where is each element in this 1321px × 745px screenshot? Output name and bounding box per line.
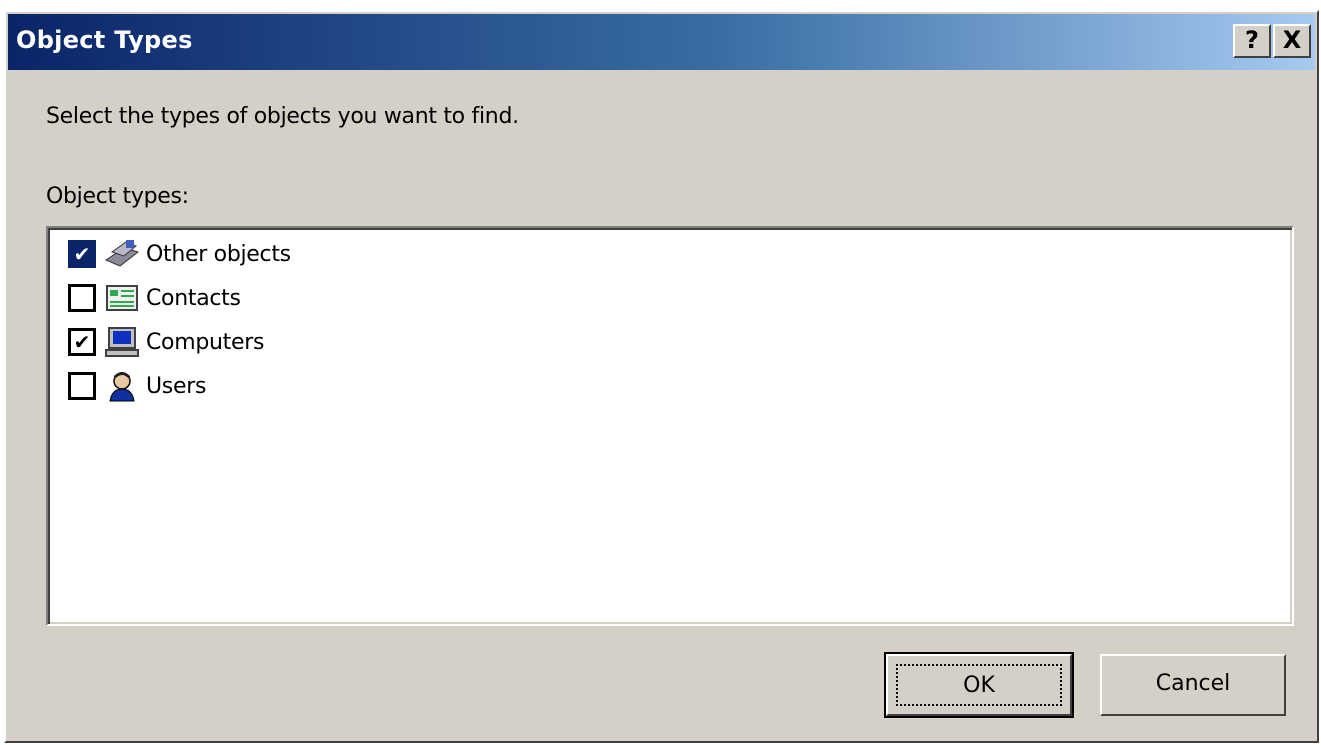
contacts-label: Contacts <box>146 285 241 311</box>
users-checkbox[interactable] <box>68 372 96 400</box>
object-types-dialog: Object Types ? X Select the types of obj… <box>4 10 1319 743</box>
check-icon: ✔ <box>73 242 91 266</box>
contacts-checkbox[interactable] <box>68 284 96 312</box>
computer-icon <box>105 327 139 357</box>
computers-label: Computers <box>146 329 265 355</box>
background-caption-fragment <box>0 0 1321 10</box>
other-objects-label: Other objects <box>146 241 291 267</box>
list-item-computers[interactable]: ✔ Computers <box>68 322 264 362</box>
help-button[interactable]: ? <box>1233 24 1271 58</box>
list-item-other-objects[interactable]: ✔ Other objects <box>68 234 291 274</box>
users-label: Users <box>146 373 207 399</box>
ok-button[interactable]: OK <box>884 652 1074 718</box>
list-item-contacts[interactable]: Contacts <box>68 278 241 318</box>
computers-checkbox[interactable]: ✔ <box>68 328 96 356</box>
user-icon <box>109 372 135 402</box>
dialog-title: Object Types <box>16 26 193 54</box>
other-objects-icon <box>104 240 140 267</box>
title-bar[interactable]: Object Types ? X <box>8 14 1315 70</box>
object-types-list[interactable]: ✔ Other objects Contacts ✔ Computers Use… <box>46 226 1294 626</box>
ok-button-label: OK <box>896 664 1062 706</box>
check-icon: ✔ <box>73 330 91 354</box>
instruction-text: Select the types of objects you want to … <box>46 104 519 129</box>
contacts-icon <box>106 285 138 311</box>
other-objects-checkbox[interactable]: ✔ <box>68 240 96 268</box>
close-button[interactable]: X <box>1273 24 1311 58</box>
list-item-users[interactable]: Users <box>68 366 206 406</box>
cancel-button[interactable]: Cancel <box>1100 654 1286 716</box>
object-types-label: Object types: <box>46 184 189 209</box>
